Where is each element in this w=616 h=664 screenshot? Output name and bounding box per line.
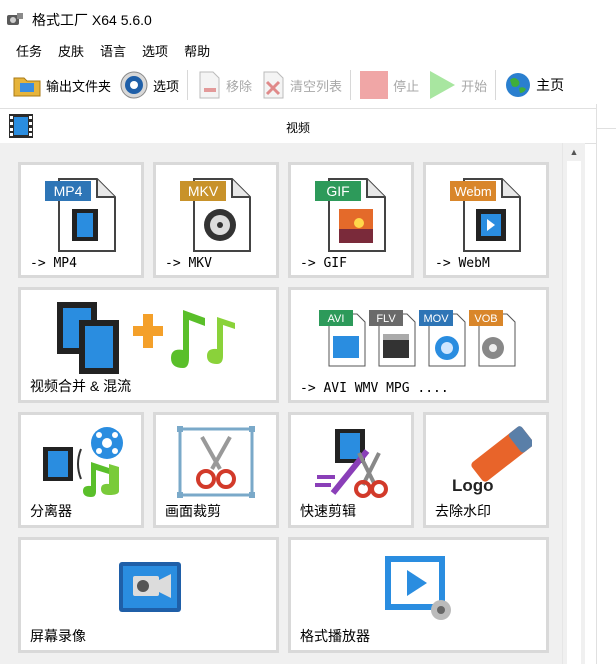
merge-video-icon [57, 302, 235, 374]
fast-cut-icon [315, 429, 388, 498]
menu-task[interactable]: 任务 [16, 41, 42, 60]
app-icon [7, 13, 23, 25]
output-folder-button[interactable]: 输出文件夹 [8, 68, 115, 102]
tile-screen-recorder[interactable]: 屏幕录像 [18, 537, 279, 653]
logo-text: Logo [452, 476, 494, 495]
menu-help[interactable]: 帮助 [184, 41, 210, 60]
output-folder-label: 输出文件夹 [46, 78, 112, 94]
mov-badge: MOV [423, 313, 449, 325]
gear-icon [120, 71, 148, 99]
tile-crop[interactable]: 画面裁剪 [153, 412, 279, 528]
gif-badge: GIF [326, 183, 349, 199]
right-side-panel [596, 104, 616, 664]
tile-remove-watermark[interactable]: Logo 去除水印 [423, 412, 549, 528]
tile-fast-cut[interactable]: 快速剪辑 [288, 412, 414, 528]
remove-label: 移除 [226, 78, 253, 94]
tile-format-player[interactable]: 格式播放器 [288, 537, 549, 653]
tile-crop-label: 画面裁剪 [165, 503, 221, 519]
mp4-file-icon: MP4 [45, 178, 116, 252]
tile-screen-recorder-label: 屏幕录像 [30, 628, 86, 644]
stop-button[interactable]: 停止 [355, 68, 423, 102]
remove-button[interactable]: 移除 [192, 68, 256, 102]
avi-file-icon: AVI [319, 310, 366, 367]
folder-icon [13, 77, 41, 97]
vob-file-icon: VOB [469, 310, 516, 367]
remove-file-icon [199, 71, 220, 99]
tile-mp4-label: -> MP4 [30, 256, 77, 271]
tile-mkv[interactable]: MKV -> MKV [153, 162, 279, 278]
multi-format-icon: AVI FLV MOV VOB [319, 310, 516, 367]
clear-list-button[interactable]: 清空列表 [256, 68, 346, 102]
toolbar-separator [350, 70, 352, 100]
splitter-icon [43, 427, 123, 497]
start-label: 开始 [461, 78, 488, 94]
home-button[interactable]: 主页 [500, 68, 568, 102]
tile-avi-label: -> AVI WMV MPG .... [300, 381, 449, 396]
mp4-badge: MP4 [54, 183, 83, 199]
gif-file-icon: GIF [315, 178, 386, 252]
eraser-icon: Logo [452, 426, 532, 495]
options-button[interactable]: 选项 [115, 68, 183, 102]
tile-merge-label: 视频合并 & 混流 [30, 378, 132, 394]
stop-label: 停止 [393, 78, 420, 94]
tile-gif[interactable]: GIF -> GIF [288, 162, 414, 278]
tile-splitter-label: 分离器 [30, 503, 72, 519]
vob-badge: VOB [474, 313, 497, 325]
stop-icon [360, 71, 389, 99]
menu-language[interactable]: 语言 [100, 41, 126, 60]
crop-scissors-icon [177, 426, 255, 498]
mkv-file-icon: MKV [180, 178, 251, 252]
tile-fast-cut-label: 快速剪辑 [300, 503, 356, 519]
tile-mkv-label: -> MKV [165, 256, 212, 271]
vertical-scrollbar[interactable]: ▲ [562, 143, 585, 664]
tile-gif-label: -> GIF [300, 256, 347, 271]
flv-badge: FLV [376, 313, 396, 325]
webm-badge: Webm [454, 184, 491, 199]
section-header-video[interactable]: 视频 [0, 108, 596, 144]
globe-icon [506, 73, 531, 97]
menu-skin[interactable]: 皮肤 [58, 41, 84, 60]
toolbar: 输出文件夹 选项 移除 清空列表 停止 开始 主页 [0, 66, 616, 104]
menu-bar: 任务 皮肤 语言 选项 帮助 [0, 38, 616, 62]
section-title: 视频 [285, 121, 310, 135]
clear-list-icon [263, 71, 284, 99]
start-button[interactable]: 开始 [423, 68, 491, 102]
window-title: 格式工厂 X64 5.6.0 [32, 12, 152, 28]
toolbar-separator [495, 70, 497, 100]
tile-remove-watermark-label: 去除水印 [435, 503, 491, 519]
clear-list-label: 清空列表 [290, 78, 343, 94]
tile-merge[interactable]: 视频合并 & 混流 [18, 287, 279, 403]
avi-badge: AVI [328, 313, 345, 325]
mov-file-icon: MOV [419, 310, 466, 367]
webm-file-icon: Webm [450, 178, 521, 252]
options-label: 选项 [153, 78, 180, 94]
title-bar: 格式工厂 X64 5.6.0 [0, 6, 616, 34]
format-player-icon [385, 556, 451, 620]
tile-webm[interactable]: Webm -> WebM [423, 162, 549, 278]
tile-avi-wmv-mpg[interactable]: AVI FLV MOV VOB -> AVI WMV MPG .... [288, 287, 549, 403]
screen-recorder-icon [119, 562, 181, 612]
mkv-badge: MKV [188, 183, 219, 199]
tile-format-player-label: 格式播放器 [300, 628, 370, 644]
home-label: 主页 [536, 77, 565, 93]
tile-webm-label: -> WebM [435, 256, 490, 271]
menu-options[interactable]: 选项 [142, 41, 168, 60]
tile-mp4[interactable]: MP4 -> MP4 [18, 162, 144, 278]
flv-file-icon: FLV [369, 310, 416, 367]
side-tab-stub [597, 104, 616, 129]
tile-splitter[interactable]: 分离器 [18, 412, 144, 528]
scroll-track[interactable] [567, 161, 581, 664]
toolbar-separator [187, 70, 189, 100]
scroll-up-arrow-icon[interactable]: ▲ [563, 143, 585, 161]
play-icon [430, 71, 456, 99]
